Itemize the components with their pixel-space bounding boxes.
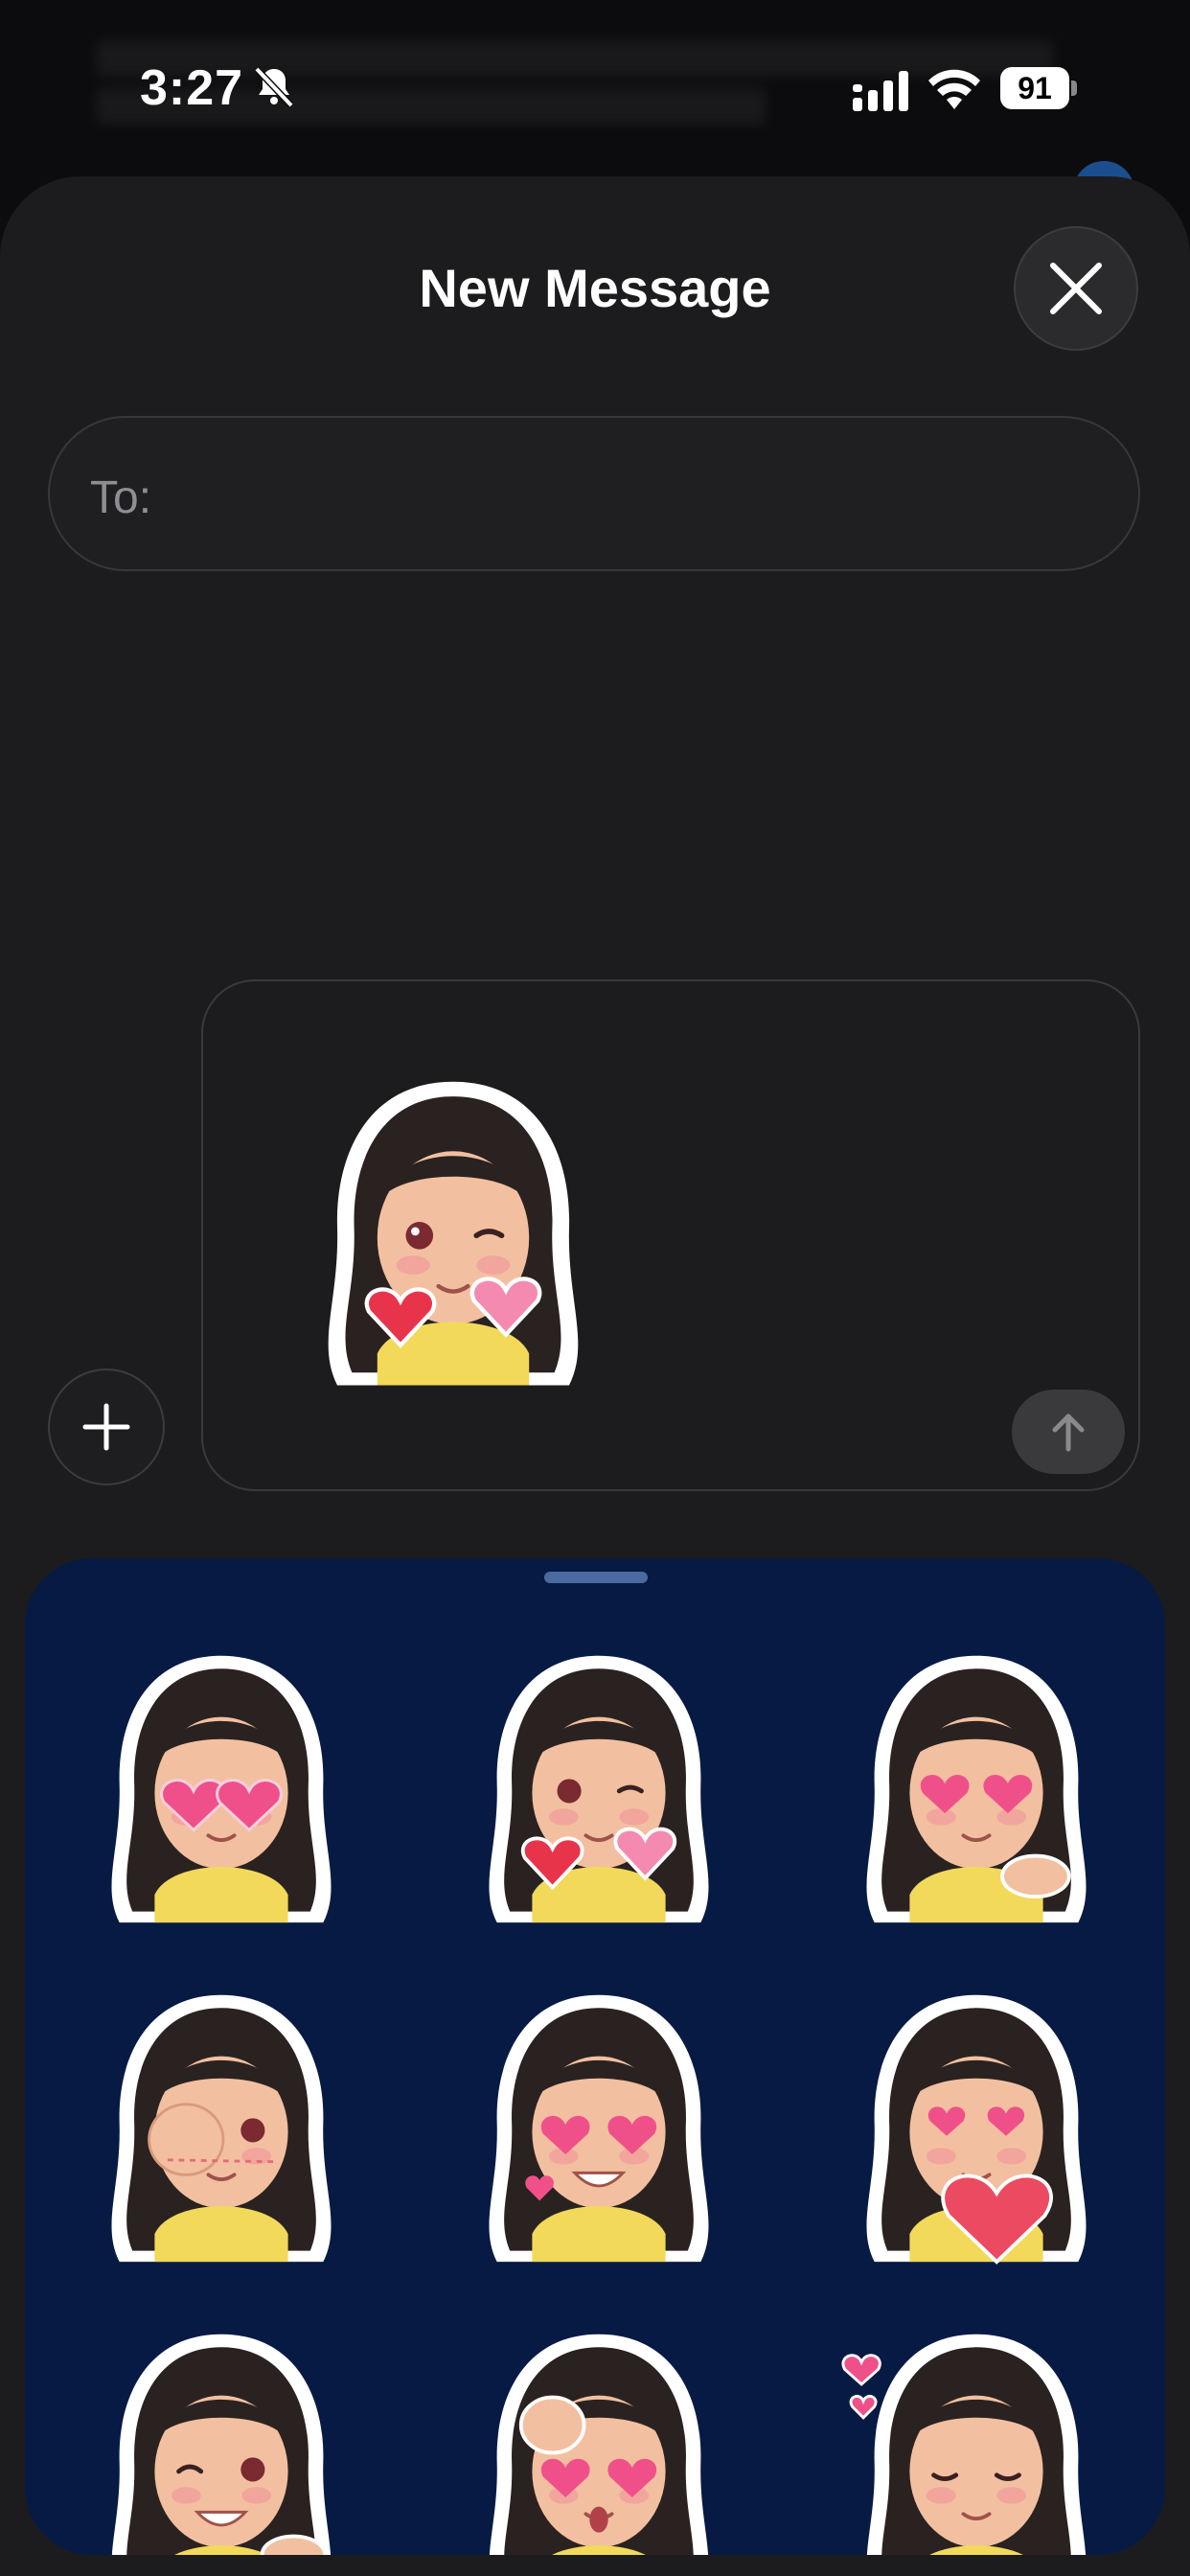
battery-level: 91: [1018, 71, 1052, 105]
status-time: 3:27: [140, 60, 244, 116]
sticker-girl-heart-eyes-surprised[interactable]: [460, 2323, 738, 2555]
close-icon: [1050, 263, 1102, 314]
wifi-icon: [928, 69, 980, 109]
add-attachment-button[interactable]: [48, 1368, 165, 1485]
recipient-field[interactable]: To:: [48, 416, 1140, 571]
sticker-girl-heart-eyes[interactable]: [82, 1644, 360, 1932]
sticker-girl-heart-eyes-grinning[interactable]: [460, 1984, 738, 2271]
battery-icon: 91: [1000, 67, 1077, 109]
drawer-grabber[interactable]: [544, 1572, 648, 1583]
to-label: To:: [90, 472, 152, 523]
sticker-girl-hand-over-eye-blushing[interactable]: [82, 1984, 360, 2271]
sticker-girl-wink-holding-hearts[interactable]: [460, 1644, 738, 1932]
plus-icon: [82, 1403, 130, 1451]
cellular-signal-icon: [853, 71, 908, 111]
sticker-girl-wink-pointing[interactable]: [82, 2323, 360, 2555]
attached-sticker[interactable]: [295, 1066, 611, 1420]
sticker-drawer: [25, 1558, 1165, 2555]
send-button[interactable]: [1012, 1390, 1125, 1474]
status-bar: 3:27 91: [0, 0, 1190, 172]
close-button[interactable]: [1014, 226, 1138, 351]
arrow-up-icon: [1052, 1414, 1085, 1452]
bell-slash-icon: [254, 66, 294, 108]
sheet-title: New Message: [419, 258, 771, 318]
sticker-girl-hugging-big-heart[interactable]: [837, 1984, 1115, 2271]
sticker-girl-self-hug-with-hearts[interactable]: [837, 2323, 1115, 2555]
sticker-girl-heart-eyes-blowing-kiss[interactable]: [837, 1644, 1115, 1932]
message-compose-field[interactable]: [201, 979, 1140, 1491]
